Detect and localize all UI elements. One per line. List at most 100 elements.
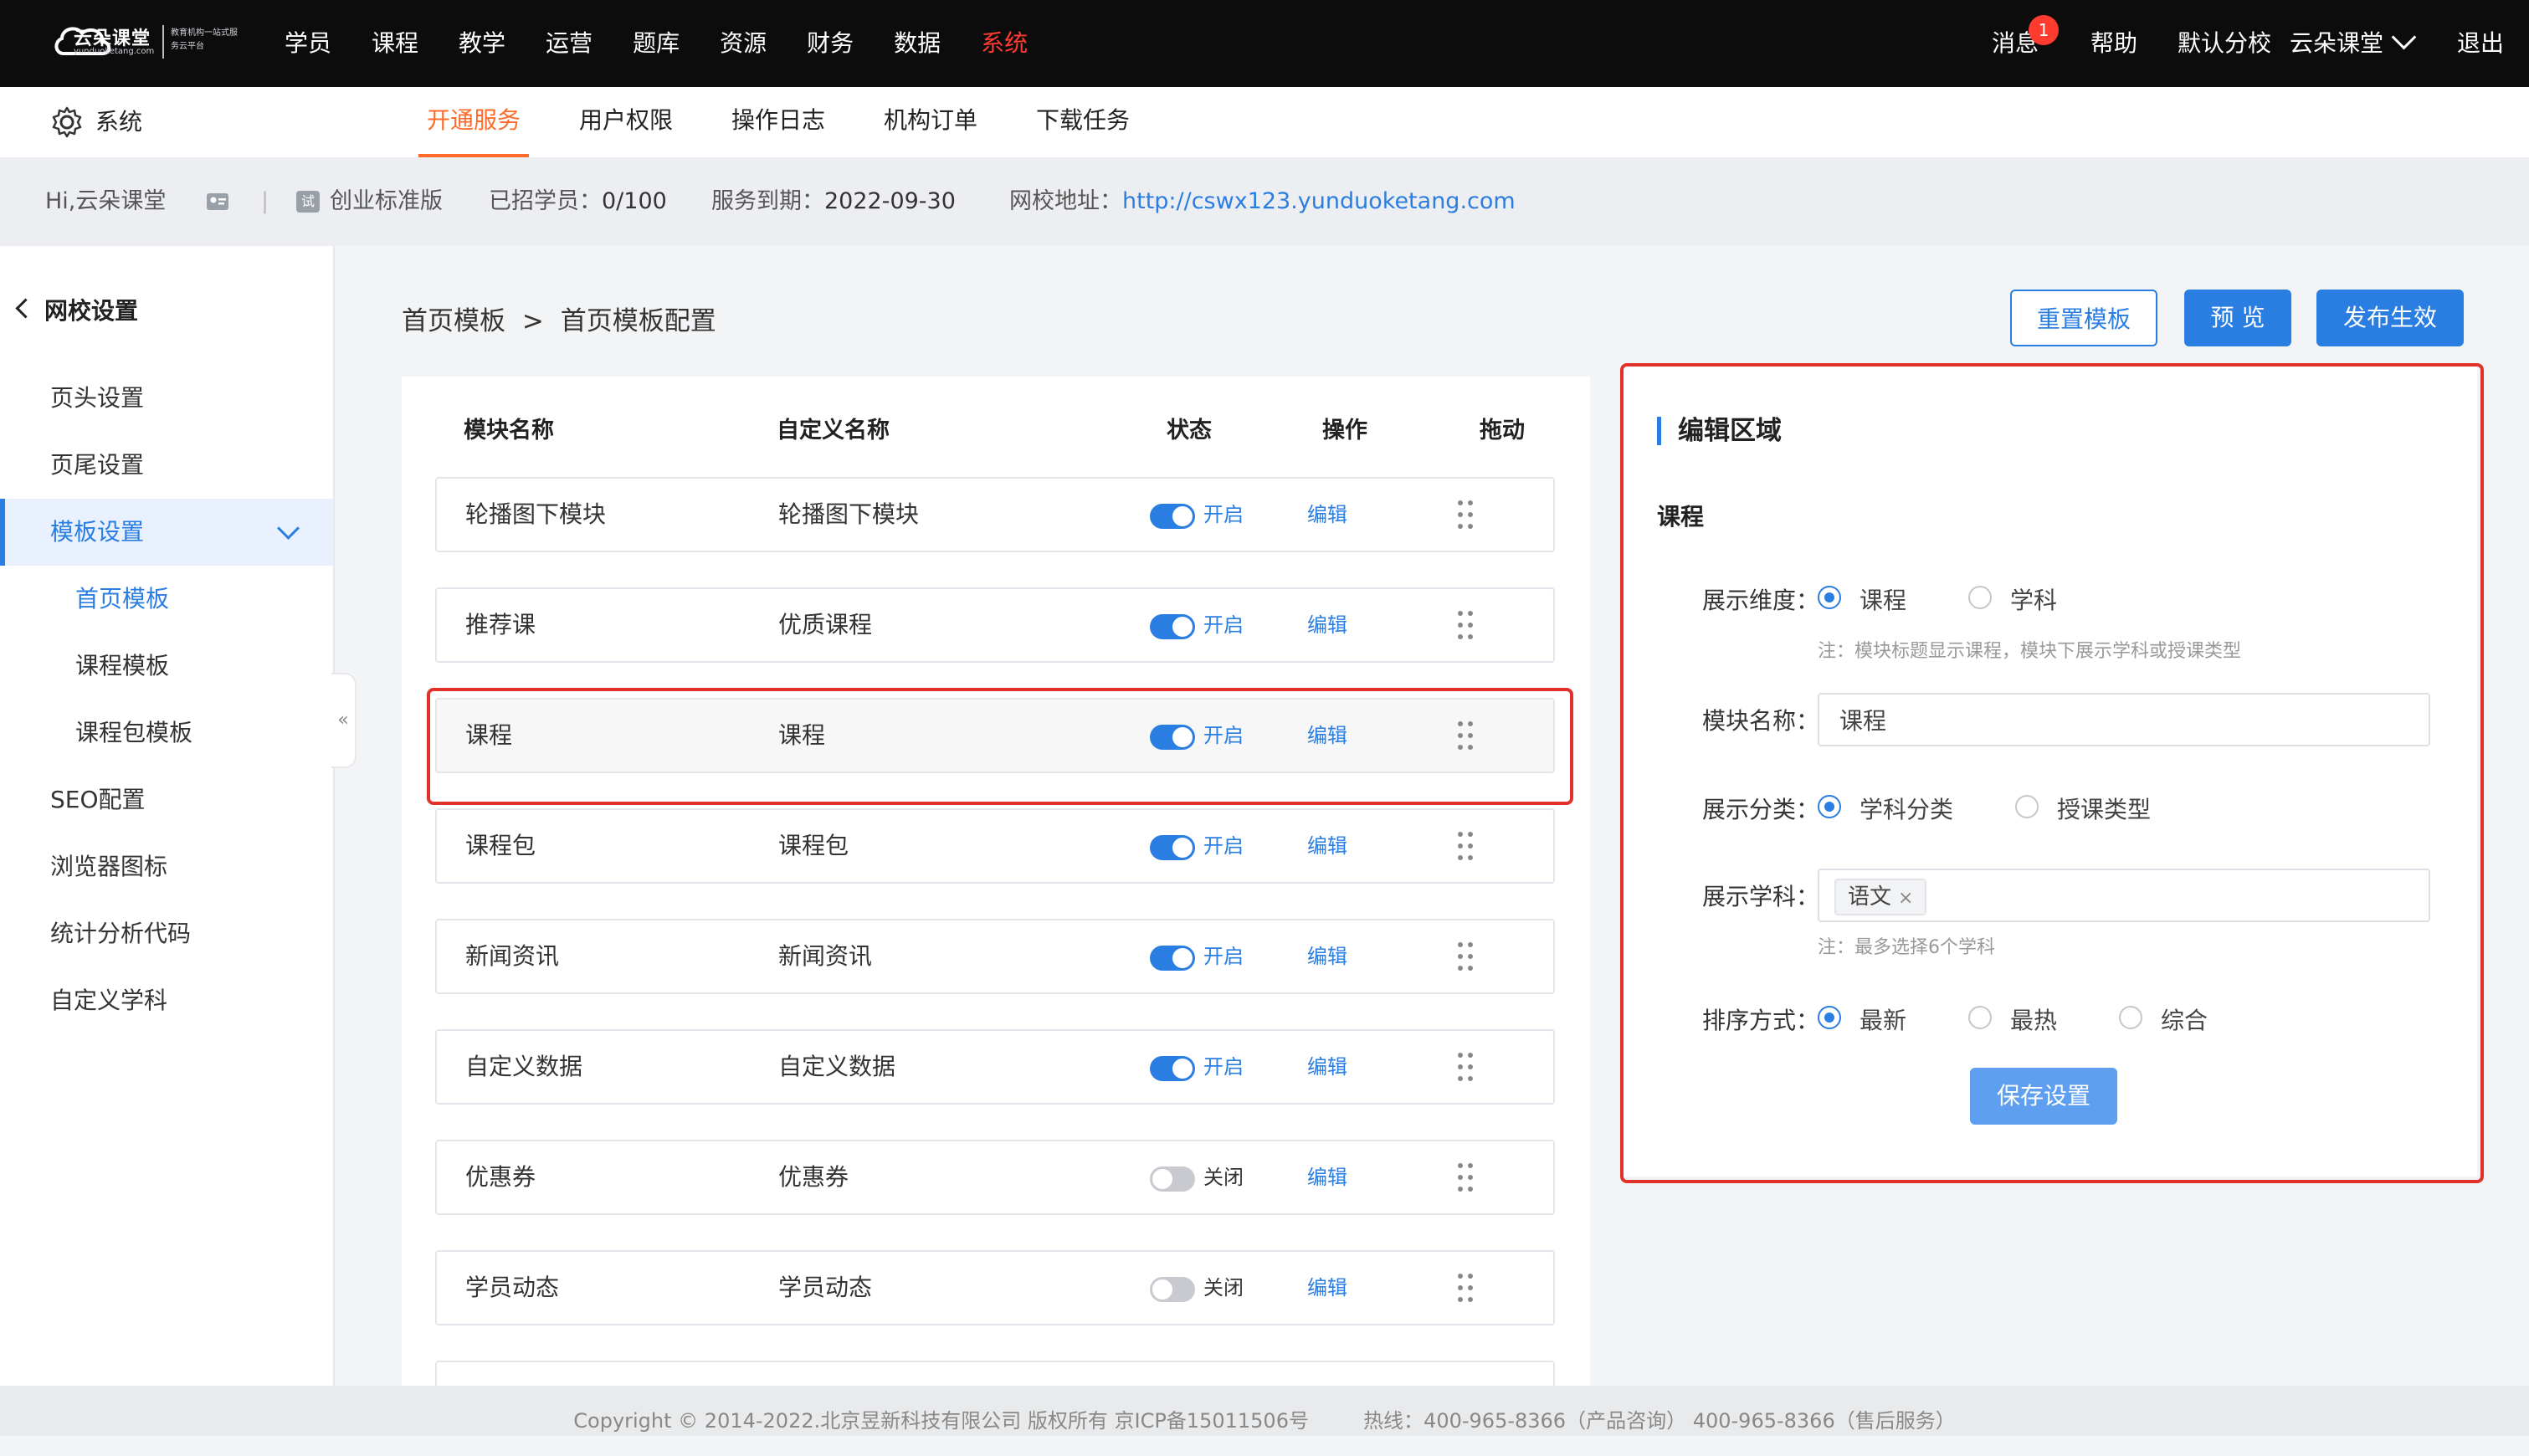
dimension-radio-course[interactable] [1818, 586, 1841, 609]
custom-name-cell: 新闻资讯 [778, 942, 873, 970]
status-toggle[interactable] [1150, 1056, 1195, 1081]
status-text: 开启 [1203, 503, 1244, 526]
drag-handle-icon[interactable] [1456, 609, 1476, 643]
nav-resources[interactable]: 资源 [720, 0, 767, 87]
drag-handle-icon[interactable] [1456, 1272, 1476, 1305]
sidebar-item-template-settings[interactable]: 模板设置 [0, 499, 333, 566]
nav-students[interactable]: 学员 [285, 0, 331, 87]
nav-teaching[interactable]: 教学 [459, 0, 505, 87]
edit-link[interactable]: 编辑 [1307, 920, 1347, 992]
edit-link[interactable]: 编辑 [1307, 810, 1347, 882]
edit-link[interactable]: 编辑 [1307, 700, 1347, 772]
reset-template-button[interactable]: 重置模板 [2010, 290, 2157, 346]
custom-name-cell: 自定义数据 [778, 1053, 896, 1080]
sidebar-item-package-template[interactable]: 课程包模板 [0, 700, 333, 766]
nav-question-bank[interactable]: 题库 [633, 0, 680, 87]
nav-data[interactable]: 数据 [894, 0, 941, 87]
dimension-radio-subject[interactable] [1968, 586, 1992, 609]
save-settings-button[interactable]: 保存设置 [1970, 1068, 2117, 1125]
table-row: 优惠券 优惠券 关闭 编辑 [435, 1140, 1555, 1215]
edit-link[interactable]: 编辑 [1307, 589, 1347, 661]
edit-link[interactable]: 编辑 [1307, 1031, 1347, 1103]
drag-handle-icon[interactable] [1456, 830, 1476, 864]
help-link[interactable]: 帮助 [2090, 0, 2137, 87]
status-toggle[interactable] [1150, 1166, 1195, 1192]
status-toggle[interactable] [1150, 946, 1195, 971]
status-text: 关闭 [1203, 1166, 1244, 1189]
back-to-school-settings[interactable]: 网校设置 [15, 293, 138, 326]
custom-name-cell: 轮播图下模块 [778, 500, 920, 528]
nav-finance[interactable]: 财务 [807, 0, 854, 87]
messages-link[interactable]: 消息 [1992, 0, 2039, 87]
subject-note: 注：最多选择6个学科 [1818, 937, 1995, 958]
logout-link[interactable]: 退出 [2457, 0, 2504, 87]
sidebar-item-analytics-code[interactable]: 统计分析代码 [0, 900, 333, 967]
sidebar-item-footer-settings[interactable]: 页尾设置 [0, 432, 333, 499]
panel-subtitle: 课程 [1657, 503, 1705, 531]
school-url-link[interactable]: http://cswx123.yunduoketang.com [1122, 188, 1516, 214]
sidebar-item-course-template[interactable]: 课程模板 [0, 633, 333, 700]
module-name-cell: 轮播图下模块 [465, 500, 607, 528]
tab-operation-log[interactable]: 操作日志 [731, 87, 825, 154]
logo-slogan: 教育机构一站式服务云平台 [171, 28, 238, 51]
system-subnav: 系统 开通服务 用户权限 操作日志 机构订单 下载任务 [0, 87, 2529, 157]
tab-org-orders[interactable]: 机构订单 [884, 87, 977, 154]
dimension-option-subject[interactable]: 学科 [2010, 582, 2057, 616]
sidebar-item-seo[interactable]: SEO配置 [0, 766, 333, 833]
brand-logo[interactable]: 云朵课堂 yunduoketang.com 教育机构一站式服务云平台 [52, 15, 241, 70]
module-name-input[interactable] [1818, 693, 2430, 746]
footer-hotline: 热线：400-965-8366（产品咨询） 400-965-8366（售后服务） [1363, 1409, 1956, 1433]
sort-option-newest[interactable]: 最新 [1860, 1002, 1906, 1036]
edit-link[interactable]: 编辑 [1307, 1141, 1347, 1213]
publish-button[interactable]: 发布生效 [2316, 290, 2464, 346]
status-toggle[interactable] [1150, 614, 1195, 639]
id-card-icon[interactable] [206, 191, 229, 213]
edit-link[interactable]: 编辑 [1307, 479, 1347, 551]
toggle-knob [1172, 727, 1193, 747]
sidebar-item-header-settings[interactable]: 页头设置 [0, 365, 333, 432]
status-toggle[interactable] [1150, 1277, 1195, 1302]
drag-handle-icon[interactable] [1456, 1051, 1476, 1084]
nav-system[interactable]: 系统 [981, 0, 1028, 87]
subject-select[interactable]: 语文 × [1818, 869, 2430, 922]
tab-open-service[interactable]: 开通服务 [427, 87, 521, 154]
sort-option-hottest[interactable]: 最热 [2010, 1002, 2057, 1036]
tab-download-tasks[interactable]: 下载任务 [1036, 87, 1130, 154]
drag-handle-icon[interactable] [1456, 941, 1476, 974]
nav-operations[interactable]: 运营 [546, 0, 592, 87]
sort-radio-overall[interactable] [2119, 1006, 2142, 1029]
status-toggle[interactable] [1150, 835, 1195, 860]
school-switcher[interactable]: 云朵课堂 [2290, 0, 2417, 87]
drag-handle-icon[interactable] [1456, 499, 1476, 532]
expire-stat: 服务到期：2022-09-30 [711, 157, 956, 246]
sort-option-overall[interactable]: 综合 [2161, 1002, 2208, 1036]
edition-name: 创业标准版 [330, 188, 443, 214]
category-option-subject[interactable]: 学科分类 [1860, 792, 1953, 825]
remove-tag-icon[interactable]: × [1898, 888, 1913, 909]
category-radio-subject[interactable] [1818, 795, 1841, 818]
tab-user-permissions[interactable]: 用户权限 [579, 87, 673, 154]
sort-radio-hottest[interactable] [1968, 1006, 1992, 1029]
status-toggle[interactable] [1150, 504, 1195, 529]
breadcrumb-current: 首页模板配置 [560, 306, 716, 336]
module-name-cell: 学员动态 [465, 1274, 560, 1301]
drag-handle-icon[interactable] [1456, 1161, 1476, 1195]
custom-name-cell: 课程包 [778, 832, 849, 859]
nav-courses[interactable]: 课程 [372, 0, 418, 87]
category-option-teaching-type[interactable]: 授课类型 [2057, 792, 2151, 825]
preview-button[interactable]: 预 览 [2184, 290, 2291, 346]
dimension-option-course[interactable]: 课程 [1860, 582, 1906, 616]
sidebar-item-favicon[interactable]: 浏览器图标 [0, 833, 333, 900]
edit-link[interactable]: 编辑 [1307, 1252, 1347, 1324]
toggle-knob [1172, 948, 1193, 968]
status-toggle[interactable] [1150, 725, 1195, 750]
sidebar-item-custom-subjects[interactable]: 自定义学科 [0, 967, 333, 1034]
drag-handle-icon[interactable] [1456, 720, 1476, 753]
sidebar-item-home-template[interactable]: 首页模板 [0, 566, 333, 633]
breadcrumb-parent[interactable]: 首页模板 [402, 306, 505, 336]
header-action: 操作 [1322, 418, 1367, 443]
category-radio-teaching-type[interactable] [2015, 795, 2039, 818]
sidebar-collapse-toggle[interactable]: « [331, 673, 357, 768]
sort-radio-newest[interactable] [1818, 1006, 1841, 1029]
account-info-bar: Hi,云朵课堂 | 试 创业标准版 已招学员：0/100 服务到期：2022-0… [0, 157, 2529, 246]
